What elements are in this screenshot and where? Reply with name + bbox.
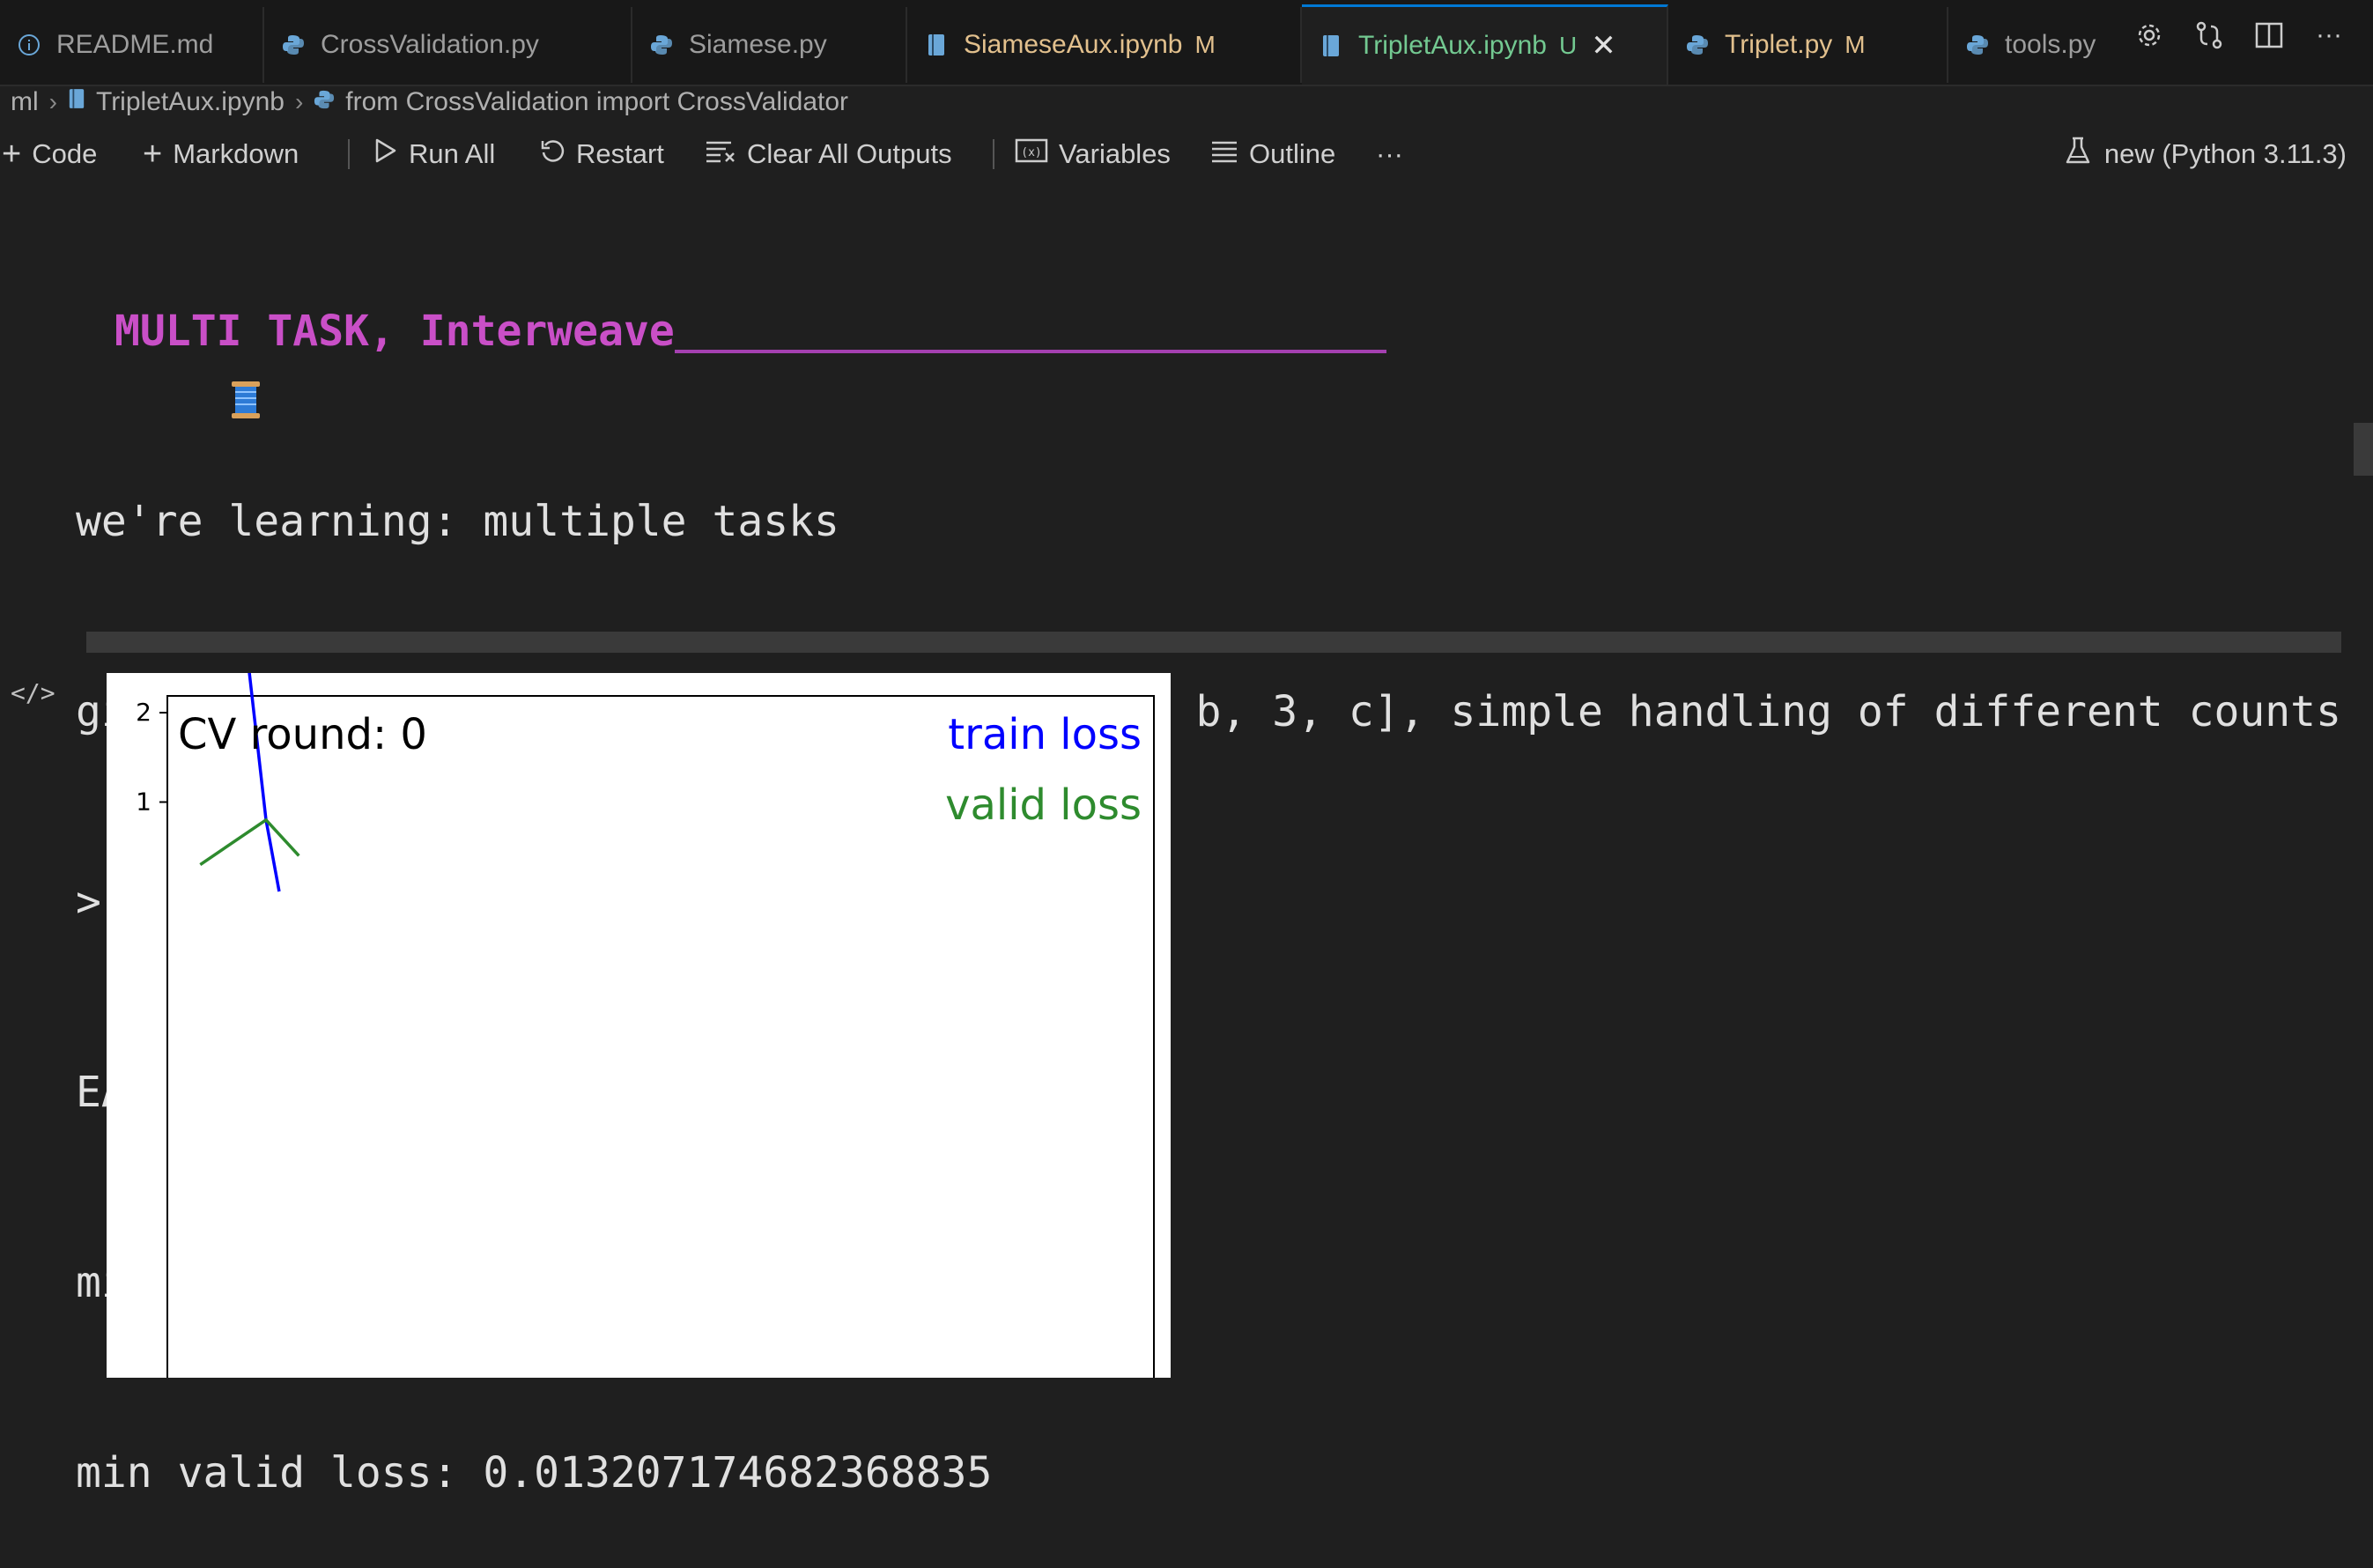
untracked-badge: U [1558,32,1578,59]
run-all-button[interactable]: Run All [372,132,495,176]
y-tick-label: 2 [136,698,152,727]
tab-label: tools.py [2005,30,2096,59]
horizontal-scrollbar[interactable] [86,632,2341,653]
python-icon [1964,32,1991,58]
compare-changes-icon[interactable] [2192,18,2227,53]
list-icon [1210,138,1238,170]
kernel-picker[interactable]: new (Python 3.11.3) [2064,132,2347,176]
toggle-code-icon[interactable]: </> [11,678,55,707]
output-line: we're learning: multiple tasks [76,497,839,546]
kernel-label: new (Python 3.11.3) [2103,138,2347,169]
notebook-icon [923,32,950,58]
tab-tools[interactable]: tools.py [1948,7,2142,83]
variables-icon: (x) [1015,137,1048,171]
variables-button[interactable]: (x) Variables [1015,132,1171,176]
output-title-text: MULTI TASK, Interweave [115,307,675,356]
tab-label: Triplet.py [1725,30,1833,59]
clear-outputs-button[interactable]: Clear All Outputs [705,132,952,176]
toolbar-divider [348,139,350,169]
tab-label: Siamese.py [689,30,827,59]
tab-triplet[interactable]: Triplet.py M [1668,7,1948,83]
variables-label: Variables [1059,138,1171,169]
breadcrumb-root[interactable]: ml [11,87,39,117]
outline-label: Outline [1249,138,1336,169]
editor-actions: ··· [2132,18,2347,53]
svg-text:(x): (x) [1021,146,1041,159]
toolbar-divider [993,139,994,169]
valid-loss-line [199,817,300,866]
restart-icon [539,137,566,171]
more-actions-icon[interactable]: ··· [2311,18,2347,53]
close-icon[interactable]: ✕ [1591,28,1616,63]
add-code-button[interactable]: + Code [2,132,97,176]
editor-tab-bar: README.md CrossValidation.py Siamese.py … [0,0,2373,86]
train-loss-line [198,238,281,892]
tab-readme[interactable]: README.md [0,7,264,83]
output-title: MULTI TASK, Interweave [76,300,2341,418]
breadcrumb-file[interactable]: TripletAux.ipynb [96,87,285,117]
title-underline [674,350,1386,353]
modified-badge: M [1844,31,1866,58]
tab-label: CrossValidation.py [321,30,539,59]
python-icon [314,87,335,117]
tab-siamese[interactable]: Siamese.py [632,7,907,83]
run-all-label: Run All [409,138,496,169]
breadcrumb: ml › TripletAux.ipynb › from CrossValida… [11,85,848,120]
split-editor-icon[interactable] [2251,18,2287,53]
restart-button[interactable]: Restart [539,132,664,176]
restart-label: Restart [576,138,664,169]
notebook-icon [1318,33,1344,59]
add-code-label: Code [32,138,98,169]
add-markdown-label: Markdown [173,138,299,169]
python-icon [1684,32,1711,58]
legend-entry: valid loss [945,780,1142,830]
breadcrumb-symbol[interactable]: from CrossValidation import CrossValidat… [345,87,848,117]
output-line: min valid loss: 0.013207174682368835 [76,1448,993,1498]
info-icon [16,32,42,58]
chevron-right-icon: › [294,88,304,115]
tab-crossvalidation[interactable]: CrossValidation.py [264,7,632,83]
gear-icon[interactable] [2132,18,2167,53]
tab-label: README.md [56,30,214,59]
kernel-icon [2064,136,2092,173]
plus-icon: + [143,135,163,173]
spool-of-thread-icon [76,311,261,418]
notebook-toolbar: + Code + Markdown Run All Restart Clear … [0,132,2373,176]
tab-tripletaux[interactable]: TripletAux.ipynb U ✕ [1302,4,1668,85]
play-icon [372,137,398,172]
clear-outputs-label: Clear All Outputs [747,138,952,169]
python-icon [280,32,307,58]
tab-label: TripletAux.ipynb [1358,31,1547,60]
loss-plot: 1234567CV round: 0train lossvalid loss [107,238,1171,1396]
tab-label: SiameseAux.ipynb [964,30,1183,59]
legend-entry: train loss [948,710,1142,759]
add-markdown-button[interactable]: + Markdown [143,132,299,176]
more-toolbar-button[interactable]: ··· [1376,132,1403,176]
modified-badge: M [1194,31,1216,58]
tab-siameseaux[interactable]: SiameseAux.ipynb M [907,7,1302,83]
chart-annotation: CV round: 0 [178,710,427,759]
y-tick-label: 1 [136,788,152,817]
plus-icon: + [2,135,22,173]
python-icon [648,32,675,58]
loss-chart-svg: 1234567CV round: 0train lossvalid loss [136,238,1155,1396]
more-icon: ··· [1376,138,1403,169]
chevron-right-icon: › [48,88,57,115]
notebook-icon [68,87,85,117]
clear-all-icon [705,137,736,171]
outline-button[interactable]: Outline [1210,132,1335,176]
vertical-scrollbar[interactable] [2354,423,2373,476]
